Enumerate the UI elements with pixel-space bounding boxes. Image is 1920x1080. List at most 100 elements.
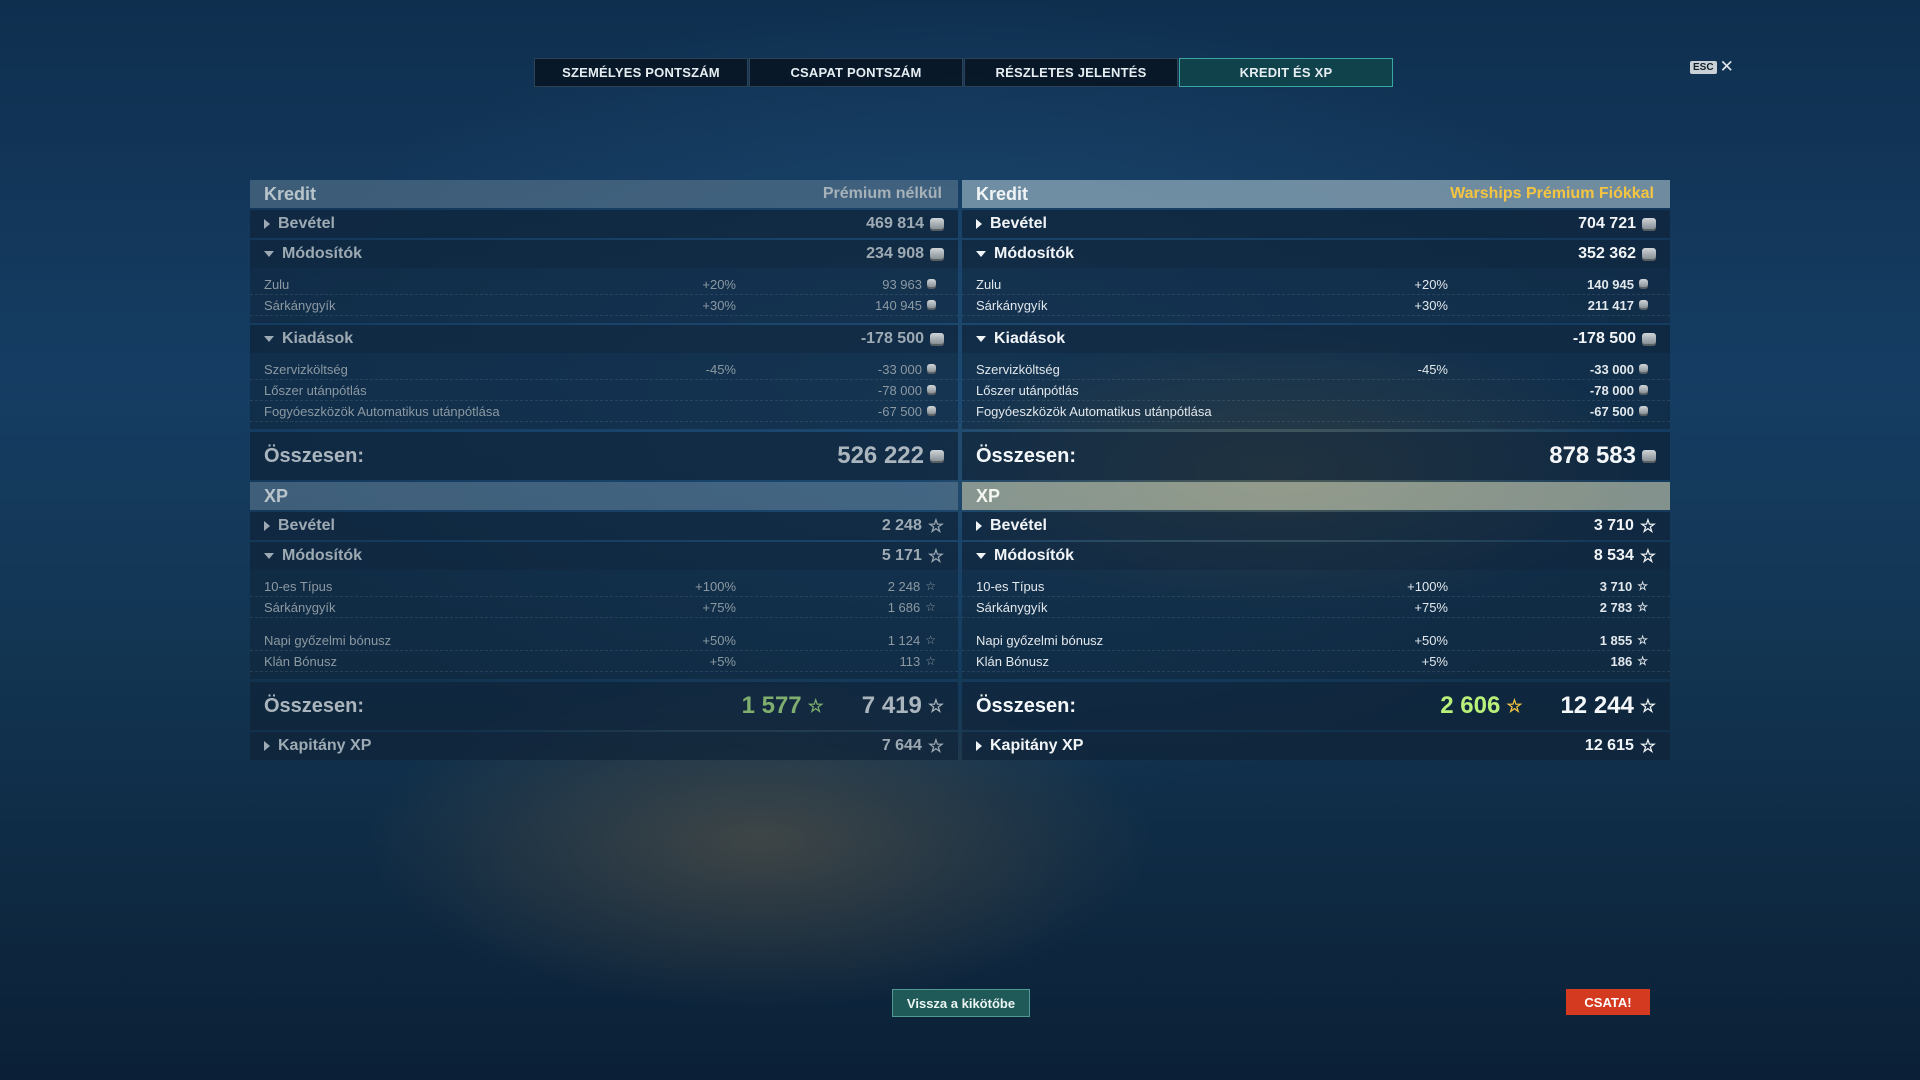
kredit-total-row: Összesen: 878 583 [962, 432, 1670, 480]
kiadasok-list: Szervizköltség -45% -33 000 Lőszer utánpót… [962, 353, 1670, 429]
group-kapitany-xp[interactable]: Kapitány XP 12 615 ☆ [962, 732, 1670, 760]
item-pct: -45% [705, 361, 736, 377]
group-xp-bevetel[interactable]: Bevétel 2 248 ☆ [250, 512, 958, 540]
collapse-arrow-icon [264, 251, 274, 257]
credit-coin-icon [1642, 332, 1656, 346]
list-item: Sárkánygyík +30% 140 945 [250, 295, 958, 316]
group-xp-modositok[interactable]: Módosítók 8 534 ☆ [962, 542, 1670, 570]
close-icon: ✕ [1719, 57, 1734, 76]
item-name: Szervizköltség [976, 361, 1060, 377]
group-modositok[interactable]: Módosítók 234 908 [250, 240, 958, 268]
item-name: Fogyóeszközök Automatikus utánpótlása [264, 403, 500, 419]
tab-team-score[interactable]: CSAPAT PONTSZÁM [749, 58, 963, 87]
xp-total: 12 244 [1560, 692, 1634, 719]
item-value: 1 124 [887, 632, 921, 648]
item-pct: -45% [1417, 361, 1448, 377]
panel-standard: Kredit Prémium nélkül Bevétel 469 814 Mó… [250, 180, 958, 760]
star-icon: ☆ [1637, 579, 1648, 593]
item-name: Sárkánygyík [264, 297, 336, 313]
group-kiadasok[interactable]: Kiadások -178 500 [250, 325, 958, 353]
kredit-title: Kredit [976, 183, 1029, 204]
group-bevetel[interactable]: Bevétel 469 814 [250, 210, 958, 238]
tab-detailed-report[interactable]: RÉSZLETES JELENTÉS [964, 58, 1178, 87]
group-label: Kiadások [282, 330, 354, 347]
list-item: Napi győzelmi bónusz +50% 1 124 ☆ [250, 630, 958, 651]
item-value: 3 710 [1599, 578, 1633, 594]
star-icon: ☆ [1639, 546, 1656, 566]
collapse-arrow-icon [264, 336, 274, 342]
group-label: Módosítók [994, 245, 1074, 262]
group-xp-bevetel[interactable]: Bevétel 3 710 ☆ [962, 512, 1670, 540]
group-value: -178 500 [860, 330, 924, 347]
item-value: -67 500 [1589, 403, 1634, 419]
group-xp-modositok[interactable]: Módosítók 5 171 ☆ [250, 542, 958, 570]
kredit-total-row: Összesen: 526 222 [250, 432, 958, 480]
star-icon: ☆ [927, 546, 944, 566]
star-icon: ☆ [1637, 654, 1648, 668]
item-name: Sárkánygyík [264, 599, 336, 615]
xp-total-row: Összesen: 1 577 ☆ 7 419 ☆ [250, 682, 958, 730]
credit-coin-icon [1642, 449, 1656, 463]
esc-key-badge: ESC [1690, 60, 1717, 74]
premium-label: Prémium nélkül [822, 185, 942, 202]
star-icon: ☆ [927, 736, 944, 756]
kredit-total: 526 222 [837, 442, 924, 469]
item-name: 10-es Típus [976, 578, 1045, 594]
expand-arrow-icon [264, 741, 270, 751]
star-icon: ☆ [1639, 516, 1656, 536]
xp-header: XP [962, 482, 1670, 510]
group-bevetel[interactable]: Bevétel 704 721 [962, 210, 1670, 238]
credit-coin-icon [1639, 406, 1648, 416]
list-item: 10-es Típus +100% 3 710 ☆ [962, 576, 1670, 597]
item-value: 186 [1610, 653, 1633, 669]
star-icon: ☆ [1506, 696, 1523, 716]
star-icon: ☆ [1639, 696, 1656, 716]
xp-total: 7 419 [861, 692, 922, 719]
total-label: Összesen: [264, 694, 365, 717]
total-label: Összesen: [976, 444, 1077, 467]
star-icon: ☆ [925, 600, 936, 614]
item-name: Napi győzelmi bónusz [976, 632, 1104, 648]
tab-personal-score[interactable]: SZEMÉLYES PONTSZÁM [534, 58, 748, 87]
item-value: 113 [899, 653, 921, 669]
list-item: Zulu +20% 93 963 [250, 274, 958, 295]
item-pct: +100% [695, 578, 736, 594]
item-value: 211 417 [1587, 297, 1634, 313]
tab-credit-xp[interactable]: KREDIT ÉS XP [1179, 58, 1393, 87]
kredit-title: Kredit [264, 183, 317, 204]
group-label: Módosítók [282, 245, 362, 262]
tab-bar: SZEMÉLYES PONTSZÁM CSAPAT PONTSZÁM RÉSZL… [534, 58, 1394, 87]
item-name: Zulu [976, 276, 1002, 292]
total-label: Összesen: [976, 694, 1077, 717]
item-name: Zulu [264, 276, 290, 292]
item-value: -67 500 [877, 403, 922, 419]
item-pct: +30% [702, 297, 736, 313]
item-name: Klán Bónusz [976, 653, 1049, 669]
item-value: 140 945 [875, 297, 922, 313]
group-label: Bevétel [990, 517, 1047, 534]
collapse-arrow-icon [264, 553, 274, 559]
battle-button[interactable]: CSATA! [1566, 989, 1650, 1015]
back-to-port-button[interactable]: Vissza a kikötőbe [892, 989, 1030, 1017]
item-value: 1 855 [1599, 632, 1633, 648]
credit-coin-icon [927, 364, 936, 374]
list-item: Szervizköltség -45% -33 000 [250, 359, 958, 380]
item-value: 2 783 [1599, 599, 1633, 615]
star-icon: ☆ [807, 696, 824, 716]
credit-coin-icon [927, 385, 936, 395]
kredit-header: Kredit Prémium nélkül [250, 180, 958, 208]
expand-arrow-icon [976, 741, 982, 751]
premium-label: Warships Prémium Fiókkal [1450, 185, 1654, 202]
star-icon: ☆ [927, 516, 944, 536]
group-label: Kiadások [994, 330, 1066, 347]
credit-coin-icon [1639, 364, 1648, 374]
item-value: -78 000 [1589, 382, 1634, 398]
group-kiadasok[interactable]: Kiadások -178 500 [962, 325, 1670, 353]
group-modositok[interactable]: Módosítók 352 362 [962, 240, 1670, 268]
group-kapitany-xp[interactable]: Kapitány XP 7 644 ☆ [250, 732, 958, 760]
list-item: Klán Bónusz +5% 113 ☆ [250, 651, 958, 672]
item-pct: +20% [1414, 276, 1448, 292]
list-item: Napi győzelmi bónusz +50% 1 855 ☆ [962, 630, 1670, 651]
close-button[interactable]: ESC ✕ [1690, 57, 1734, 76]
item-value: 93 963 [882, 276, 922, 292]
